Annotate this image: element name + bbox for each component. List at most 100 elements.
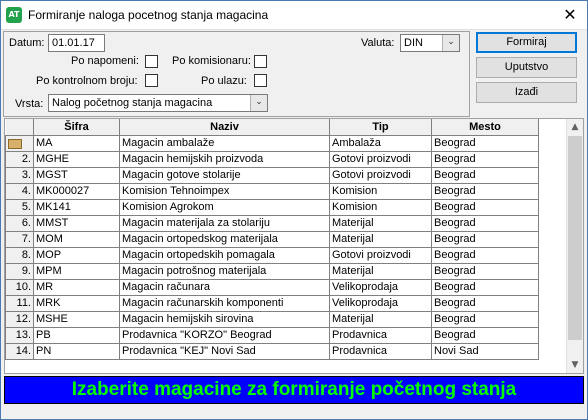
table-row[interactable]: 6. MMST Magacin materijala za stolariju Mat… [5,214,539,232]
table-row[interactable]: 2. MGHE Magacin hemijskih proizvoda Gotovi … [5,150,539,168]
po-kontrolnom-broju-checkbox[interactable] [145,74,158,87]
row-number-label: 14. [15,345,31,357]
table-row[interactable]: 9. MPM Magacin potrošnog materijala Materij… [5,262,539,280]
cell-tip: Velikoprodaja [329,278,432,296]
window-title: Formiranje naloga pocetnog stanja magaci… [28,8,269,22]
table-row[interactable]: MA Magacin ambalaže Ambalaža Beograd [5,134,539,152]
table-row[interactable]: 4. MK000027 Komision Tehnoimpex Komision Beo… [5,182,539,200]
row-number[interactable]: 8. [5,246,34,264]
row-number[interactable]: 9. [5,262,34,280]
cell-naziv: Magacin računarskih komponenti [119,294,330,312]
cell-naziv: Magacin gotove stolarije [119,166,330,184]
datum-label: Datum: [9,37,45,49]
row-number[interactable]: 13. [5,326,34,344]
cell-mesto-text: Beograd [434,185,476,197]
scroll-down-icon[interactable]: ▼ [567,357,583,373]
cell-tip-text: Materijal [332,313,374,325]
cell-sifra-text: MOP [36,249,62,261]
formiraj-button[interactable]: Formiraj [476,32,577,53]
table-row[interactable]: 14. PN Prodavnica "KEJ" Novi Sad Prodavnica… [5,342,539,360]
cell-tip-text: Materijal [332,217,374,229]
cell-sifra: MOP [33,246,120,264]
uputstvo-button[interactable]: Uputstvo [476,57,577,78]
cell-naziv: Magacin ambalaže [119,134,330,152]
cell-mesto: Beograd [431,246,539,264]
magacin-grid[interactable]: Šifra Naziv Tip Mesto MA Magacin ambalaže… [4,118,584,374]
column-header-tip[interactable]: Tip [329,119,432,136]
cell-sifra: MPM [33,262,120,280]
vrsta-select[interactable]: Nalog početnog stanja magacina ⌄ [48,94,268,112]
row-number[interactable]: 10. [5,278,34,296]
row-number[interactable]: 7. [5,230,34,248]
po-ulazu-label: Po ulazu: [201,75,247,87]
table-row[interactable]: 13. PB Prodavnica "KORZO" Beograd Prodavnic… [5,326,539,344]
cell-naziv-text: Magacin potrošnog materijala [122,265,267,277]
cell-naziv-text: Magacin računara [122,281,211,293]
row-number[interactable]: 2. [5,150,34,168]
table-row[interactable]: 11. MRK Magacin računarskih komponenti Veli… [5,294,539,312]
row-number[interactable]: 3. [5,166,34,184]
row-number[interactable] [5,134,34,152]
chevron-down-icon[interactable]: ⌄ [250,95,267,111]
title-bar[interactable]: AT Formiranje naloga pocetnog stanja mag… [1,1,587,30]
row-number-label: 2. [21,153,31,165]
row-number[interactable]: 6. [5,214,34,232]
po-napomeni-checkbox[interactable] [145,55,158,68]
row-number[interactable]: 11. [5,294,34,312]
magacin-table: Šifra Naziv Tip Mesto MA Magacin ambalaže… [5,119,539,360]
cell-naziv: Komision Agrokom [119,198,330,216]
vertical-scrollbar[interactable]: ▲ ▼ [566,119,583,373]
cell-mesto-text: Beograd [434,233,476,245]
column-header-mesto[interactable]: Mesto [431,119,539,136]
row-number[interactable]: 12. [5,310,34,328]
cell-tip-text: Prodavnica [332,345,388,357]
cell-sifra-text: MRK [36,297,61,309]
cell-naziv-text: Magacin ortopedskog materijala [122,233,278,245]
cell-naziv: Komision Tehnoimpex [119,182,330,200]
cell-naziv-text: Magacin materijala za stolariju [122,217,270,229]
row-number-label: 6. [21,217,31,229]
cell-sifra-text: MR [36,281,54,293]
row-number[interactable]: 4. [5,182,34,200]
cell-tip: Materijal [329,230,432,248]
table-row[interactable]: 3. MGST Magacin gotove stolarije Gotovi pro… [5,166,539,184]
column-header-naziv[interactable]: Naziv [119,119,330,136]
cell-mesto: Beograd [431,214,539,232]
cell-mesto-text: Beograd [434,249,476,261]
table-row[interactable]: 7. MOM Magacin ortopedskog materijala Mater… [5,230,539,248]
izadji-button[interactable]: Izađi [476,82,577,103]
po-napomeni-label: Po napomeni: [71,55,139,67]
cell-sifra-text: MPM [36,265,62,277]
table-row[interactable]: 5. MK141 Komision Agrokom Komision Beograd [5,198,539,216]
cell-sifra: MOM [33,230,120,248]
cell-sifra-text: MGHE [36,153,69,165]
chevron-down-icon[interactable]: ⌄ [442,35,459,51]
row-number[interactable]: 14. [5,342,34,360]
cell-tip: Gotovi proizvodi [329,150,432,168]
po-komisionaru-checkbox[interactable] [254,55,267,68]
table-row[interactable]: 8. MOP Magacin ortopedskih pomagala Gotovi … [5,246,539,264]
po-komisionaru-label: Po komisionaru: [172,55,251,67]
table-row[interactable]: 10. MR Magacin računara Velikoprodaja Beogra… [5,278,539,296]
cell-naziv: Magacin materijala za stolariju [119,214,330,232]
cell-sifra-text: MA [36,137,53,149]
row-number-label: 5. [21,201,31,213]
cell-mesto: Beograd [431,166,539,184]
scroll-up-icon[interactable]: ▲ [567,119,583,135]
cell-mesto: Beograd [431,310,539,328]
row-number[interactable]: 5. [5,198,34,216]
cell-sifra-text: MK141 [36,201,71,213]
column-header-sifra[interactable]: Šifra [33,119,120,136]
valuta-select[interactable]: DIN ⌄ [400,34,460,52]
cell-mesto: Beograd [431,150,539,168]
valuta-label: Valuta: [361,37,395,49]
scroll-thumb[interactable] [568,136,582,340]
datum-input[interactable]: 01.01.17 [48,34,105,52]
current-row-icon [8,139,22,149]
cell-tip-text: Materijal [332,233,374,245]
cell-tip: Velikoprodaja [329,294,432,312]
po-ulazu-checkbox[interactable] [254,74,267,87]
close-icon[interactable]: ✕ [553,1,587,29]
cell-naziv: Prodavnica "KEJ" Novi Sad [119,342,330,360]
table-row[interactable]: 12. MSHE Magacin hemijskih sirovina Materij… [5,310,539,328]
